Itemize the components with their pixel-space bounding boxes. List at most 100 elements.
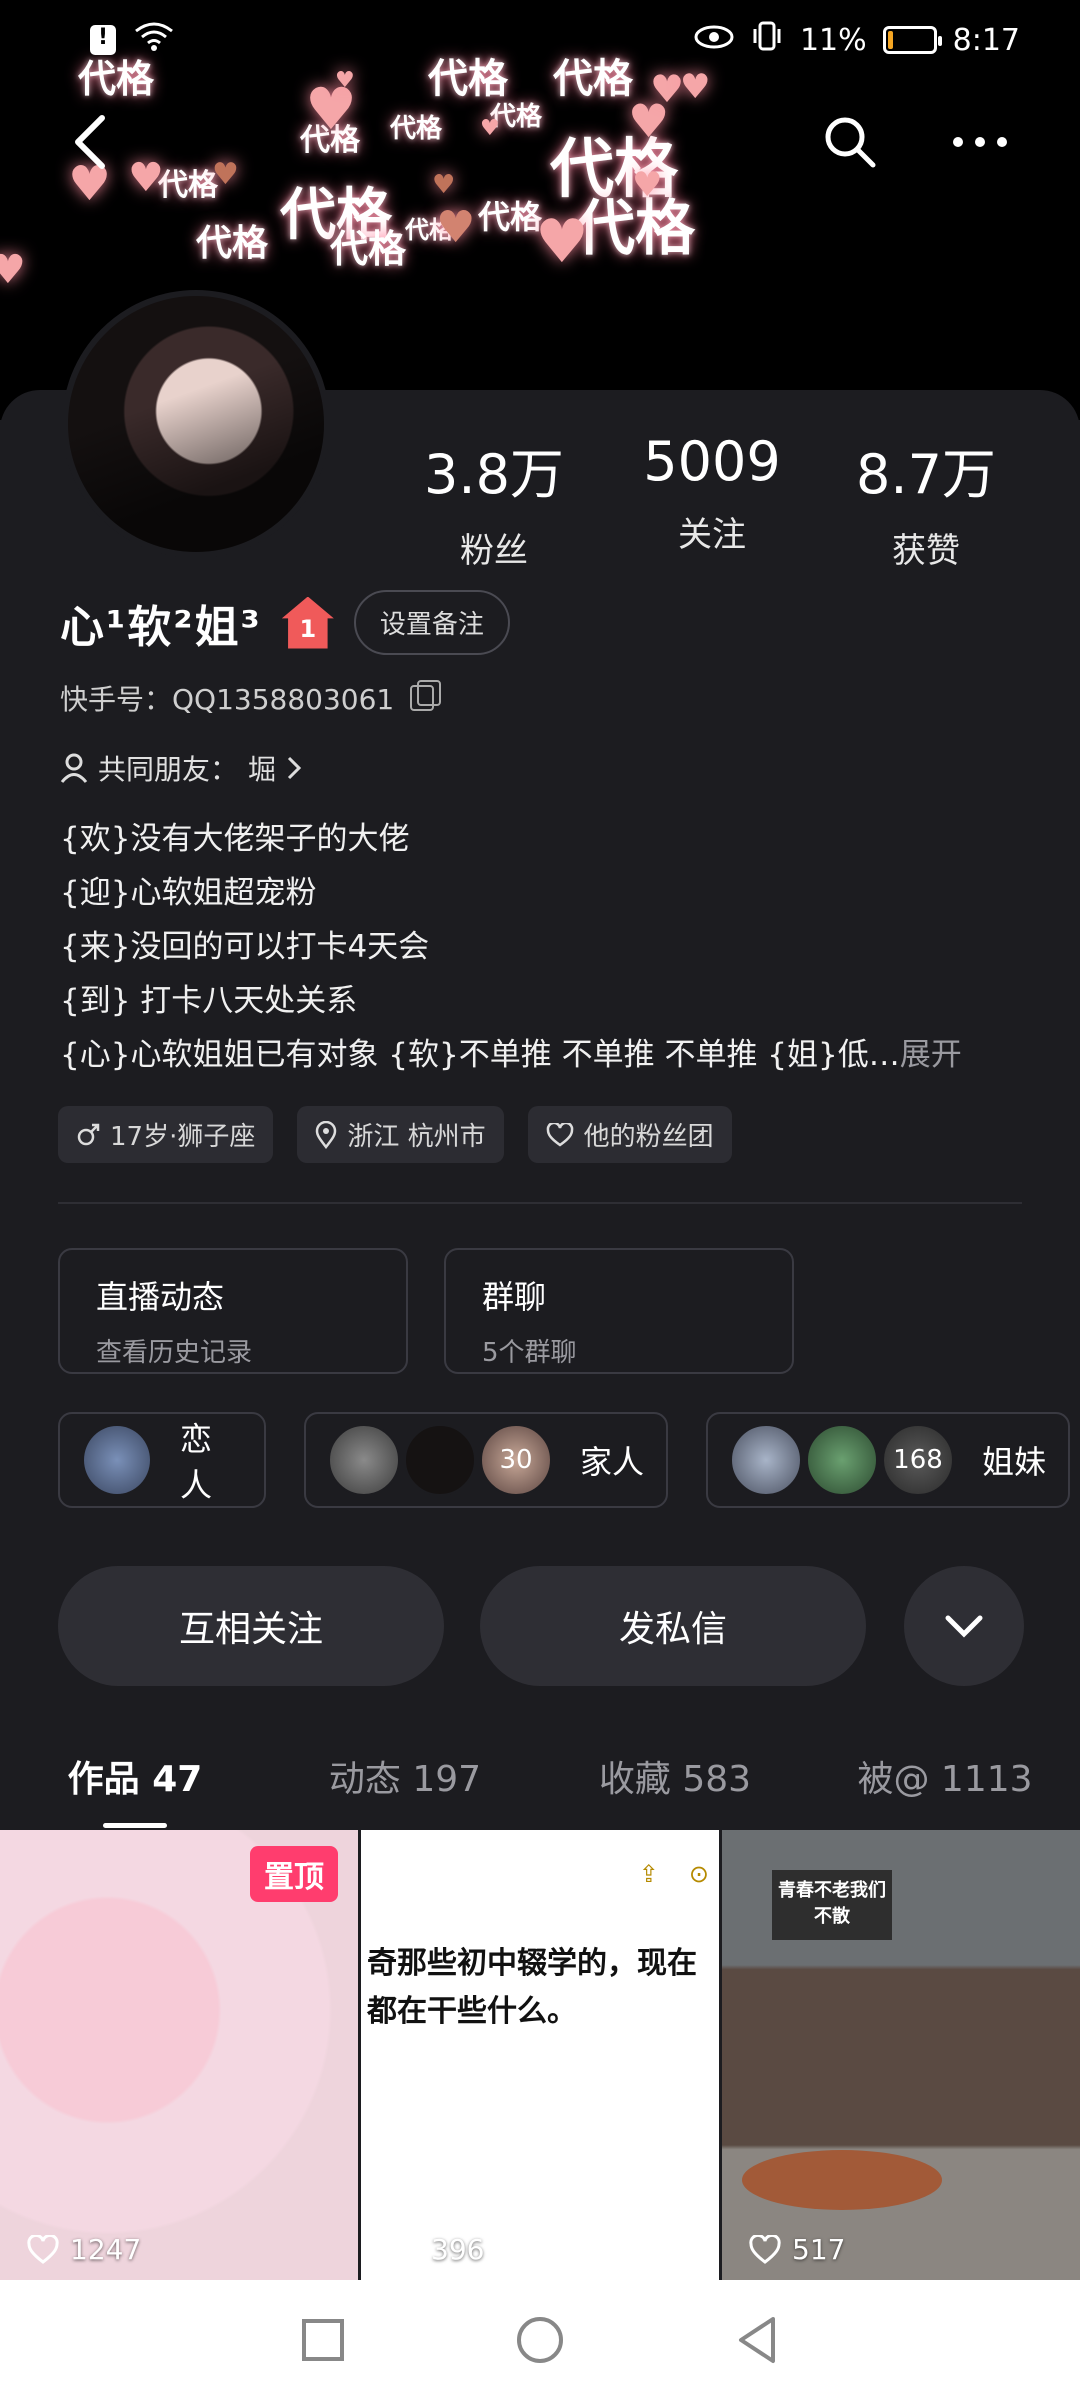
relation-label: 姐妹 (982, 1443, 1047, 1481)
bio-line: {来}没回的可以打卡4天会 (60, 929, 430, 965)
system-nav-bar (0, 2280, 1080, 2400)
group-chat-entry[interactable]: 群聊 5个群聊 (444, 1248, 794, 1374)
banner-sticker: 代格 (330, 227, 407, 271)
divider (58, 1202, 1022, 1204)
tab-mentions[interactable]: 被@ 1113 (810, 1736, 1080, 1826)
chevron-right-icon (287, 756, 302, 780)
profile-name: 心¹软²姐³ (60, 601, 262, 653)
stat-label: 粉丝 (460, 531, 528, 571)
home-circle-icon[interactable] (515, 2315, 565, 2365)
tag-fan-club[interactable]: 他的粉丝团 (527, 1106, 732, 1163)
tag-age-zodiac: 17岁·狮子座 (58, 1106, 274, 1163)
tag-location: 浙江 杭州市 (297, 1106, 504, 1163)
relation-count-badge: 168 (882, 1424, 954, 1496)
avatar[interactable] (62, 290, 330, 558)
back-button[interactable] (50, 102, 130, 182)
relation-sisters[interactable]: 168 姐妹 (706, 1412, 1070, 1508)
bio: {欢}没有大佬架子的大佬 {迎}心软姐超宠粉 {来}没回的可以打卡4天会 {到}… (60, 812, 1030, 1082)
article-toolbar: ⇪ ⊙ (361, 1860, 719, 1900)
relation-lover[interactable]: 恋人 (58, 1412, 266, 1508)
banner-sticker: 代格 (196, 223, 269, 264)
expand-button[interactable] (904, 1566, 1024, 1686)
post-thumbnail[interactable]: ⇪ ⊙ 奇那些初中辍学的，现在都在干些什么。 396 (361, 1830, 719, 2280)
bio-line: {迎}心软姐超宠粉 (60, 875, 317, 911)
tag-label: 浙江 杭州市 (347, 1122, 486, 1152)
shop-sign: 青春不老我们不散 (772, 1870, 892, 1940)
relation-family[interactable]: 30 家人 (304, 1412, 668, 1508)
like-count: 396 (387, 2233, 484, 2266)
battery-level (887, 31, 893, 49)
avatar (404, 1424, 476, 1496)
mutual-friends-label: 共同朋友： (98, 753, 239, 786)
relation-count-badge: 30 (480, 1424, 552, 1496)
wifi-icon (134, 21, 174, 59)
battery-icon (882, 26, 942, 54)
stat-value: 5009 (643, 430, 781, 493)
post-caption: 奇那些初中辍学的，现在都在干些什么。 (367, 1946, 697, 2029)
avatar (328, 1424, 400, 1496)
battery-percent: 11% (799, 22, 867, 58)
bio-line: {到} 打卡八天处关系 (60, 983, 358, 1019)
heart-outline-icon (749, 2234, 781, 2264)
chevron-down-icon (945, 1615, 983, 1638)
status-bar: ! 11% 8:17 (0, 0, 1080, 80)
post-thumbnail[interactable]: 置顶 1247 (0, 1830, 358, 2280)
kuaishou-id-row: 快手号：QQ1358803061 (60, 678, 442, 718)
live-history-entry[interactable]: 直播动态 查看历史记录 (58, 1248, 408, 1374)
stat-value: 3.8万 (424, 443, 564, 506)
heart-outline-icon (27, 2234, 59, 2264)
stat-following[interactable]: 5009 关注 (612, 430, 812, 556)
tag-label: 17岁·狮子座 (110, 1122, 256, 1152)
name-row: 心¹软²姐³ 1 设置备注 (60, 590, 510, 655)
more-icon (953, 137, 1007, 147)
like-count-value: 1247 (70, 2233, 142, 2266)
stat-fans[interactable]: 3.8万 粉丝 (394, 430, 594, 572)
location-pin-icon (316, 1120, 337, 1149)
works-grid: 置顶 1247 ⇪ ⊙ 奇那些初中辍学的，现在都在干些什么。 396 青春不老我… (0, 1830, 1080, 2280)
tag-label: 他的粉丝团 (583, 1122, 714, 1152)
male-icon (77, 1123, 100, 1145)
message-button[interactable]: 发私信 (480, 1566, 866, 1686)
heart-outline-icon (546, 1122, 573, 1147)
like-count-value: 396 (431, 2233, 485, 2266)
follow-button[interactable]: 互相关注 (58, 1566, 444, 1686)
set-remark-button[interactable]: 设置备注 (353, 590, 510, 655)
like-count: 1247 (26, 2233, 141, 2266)
like-count: 517 (748, 2233, 845, 2266)
bio-line: {心}心软姐姐已有对象 {软}不单推 不单推 不单推 {姐}低… (60, 1037, 900, 1073)
heart-icon: ♥ (0, 247, 26, 293)
bio-expand-link[interactable]: 展开 (900, 1037, 962, 1073)
bio-line: {欢}没有大佬架子的大佬 (60, 821, 410, 857)
entry-subtitle: 查看历史记录 (96, 1338, 253, 1368)
back-triangle-icon[interactable] (735, 2315, 779, 2365)
mutual-friends-row[interactable]: 共同朋友： 堀 (60, 748, 302, 788)
copy-icon[interactable] (410, 680, 442, 711)
entry-title: 直播动态 (96, 1278, 225, 1316)
clock: 8:17 (952, 22, 1020, 58)
content-tabs: 作品 47 动态 197 收藏 583 被@ 1113 (0, 1736, 1080, 1828)
heart-icon: ♥ (535, 207, 589, 277)
recents-square-icon[interactable] (301, 2318, 345, 2362)
entry-title: 群聊 (482, 1278, 547, 1316)
person-icon (60, 753, 88, 783)
profile-tags: 17岁·狮子座 浙江 杭州市 他的粉丝团 (58, 1106, 732, 1163)
tab-favorites[interactable]: 收藏 583 (540, 1736, 810, 1826)
kuaishou-id: 快手号：QQ1358803061 (60, 683, 395, 716)
eye-comfort-icon (694, 23, 734, 58)
mutual-friend-name: 堀 (248, 753, 277, 786)
more-button[interactable] (940, 102, 1020, 182)
avatar (82, 1424, 152, 1496)
like-count-value: 517 (792, 2233, 846, 2266)
stat-likes[interactable]: 8.7万 获赞 (826, 430, 1026, 572)
search-button[interactable] (810, 102, 890, 182)
tab-moments[interactable]: 动态 197 (270, 1736, 540, 1826)
tab-works[interactable]: 作品 47 (0, 1736, 270, 1828)
pinned-badge: 置顶 (250, 1846, 338, 1902)
more-icon: ⊙ (688, 1860, 709, 1888)
heart-outline-icon (388, 2234, 420, 2264)
top-bar (0, 90, 1080, 200)
home-badge[interactable]: 1 (281, 596, 334, 649)
stat-label: 获赞 (892, 531, 960, 571)
post-thumbnail[interactable]: 青春不老我们不散 517 (722, 1830, 1080, 2280)
entry-subtitle: 5个群聊 (482, 1338, 577, 1368)
